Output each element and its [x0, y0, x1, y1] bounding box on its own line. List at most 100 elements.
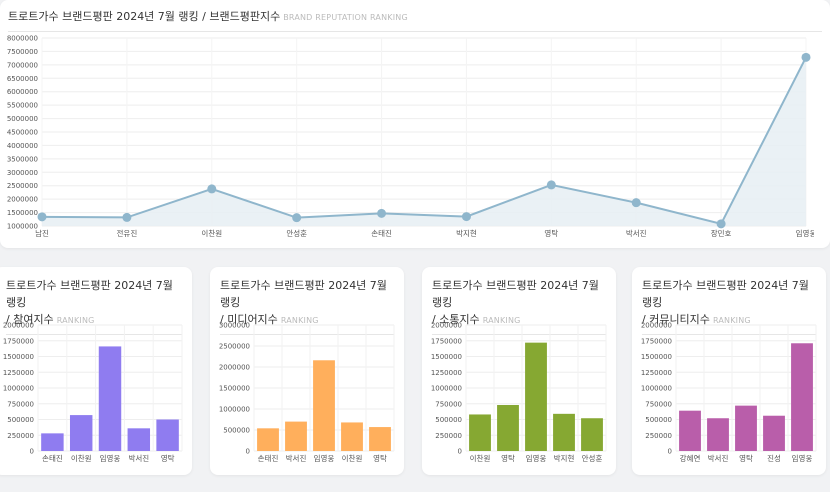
participation-title-line1: 트로트가수 브랜드평판 2024년 7월 랭킹 [6, 279, 173, 309]
bar [69, 415, 93, 451]
y-tick-label: 5500000 [7, 102, 38, 110]
bar [679, 410, 701, 451]
y-tick-label: 0 [246, 448, 250, 456]
x-tick-label: 강혜연 [680, 453, 701, 463]
y-tick-label: 1500000 [641, 353, 672, 361]
community-card: 트로트가수 브랜드평판 2024년 7월 랭킹 / 커뮤니티지수 RANKING … [632, 267, 826, 475]
y-tick-label: 2500000 [219, 343, 250, 351]
bar [257, 428, 279, 451]
main-chart-title: 트로트가수 브랜드평판 2024년 7월 랭킹 / 브랜드평판지수 BRAND R… [8, 8, 822, 32]
x-tick-label: 영탁 [161, 453, 175, 463]
y-tick-label: 2000000 [641, 322, 672, 330]
x-tick-label: 임영웅 [796, 228, 814, 238]
y-tick-label: 1250000 [3, 369, 34, 377]
bar [791, 343, 813, 451]
y-tick-label: 750000 [7, 400, 34, 408]
y-tick-label: 1000000 [431, 385, 462, 393]
x-tick-label: 안성훈 [582, 453, 603, 463]
x-tick-label: 영탁 [501, 453, 515, 463]
y-tick-label: 3000000 [219, 322, 250, 330]
x-tick-label: 영탁 [739, 453, 753, 463]
y-tick-label: 0 [668, 448, 672, 456]
communication-card: 트로트가수 브랜드평판 2024년 7월 랭킹 / 소통지수 RANKING 02… [422, 267, 616, 475]
data-point [546, 180, 556, 190]
bar [156, 419, 179, 451]
x-tick-label: 영탁 [373, 453, 387, 463]
media-card: 트로트가수 브랜드평판 2024년 7월 랭킹 / 미디어지수 RANKING 0… [210, 267, 404, 475]
y-tick-label: 2000000 [431, 322, 462, 330]
communication-title-line1: 트로트가수 브랜드평판 2024년 7월 랭킹 [432, 279, 599, 309]
x-tick-label: 임영웅 [314, 453, 335, 463]
x-tick-label: 손태진 [371, 228, 392, 238]
community-bar-chart: 0 250000 500000 750000 1000000 1250000 1500000… [641, 322, 817, 463]
y-tick-label: 250000 [645, 432, 672, 440]
y-tick-label: 2000000 [219, 364, 250, 372]
data-point [801, 52, 811, 62]
x-tick-label: 장민호 [711, 228, 732, 238]
bar [497, 405, 519, 451]
communication-bar-chart: 0 250000 500000 750000 1000000 1250000 1500000… [431, 322, 607, 463]
x-tick-label: 손태진 [42, 453, 63, 463]
x-tick-label: 이찬원 [71, 453, 92, 463]
y-tick-label: 250000 [435, 432, 462, 440]
y-tick-label: 1750000 [641, 337, 672, 345]
x-tick-label: 이찬원 [470, 453, 491, 463]
y-tick-label: 1750000 [3, 337, 34, 345]
bar [369, 427, 391, 451]
x-tick-label: 안성훈 [286, 228, 307, 238]
x-tick-label: 박지현 [554, 453, 575, 463]
x-tick-label: 임영웅 [792, 453, 813, 463]
participation-bar-chart: 0 250000 500000 750000 1000000 1250000 1500000… [3, 322, 183, 463]
bar [41, 433, 64, 451]
y-tick-label: 1250000 [641, 369, 672, 377]
data-point [631, 198, 641, 208]
data-point [292, 213, 302, 223]
y-tick-label: 3500000 [7, 155, 38, 163]
bar [469, 414, 491, 451]
y-tick-label: 1000000 [219, 406, 250, 414]
x-tick-label: 임영웅 [526, 453, 547, 463]
y-tick-label: 7500000 [7, 48, 38, 56]
y-tick-label: 1500000 [431, 353, 462, 361]
x-tick-label: 전유진 [117, 228, 138, 238]
bar [581, 418, 603, 451]
participation-card: 트로트가수 브랜드평판 2024년 7월 랭킹 / 참여지수 RANKING 02… [0, 267, 192, 475]
bar [525, 342, 547, 451]
y-tick-label: 2000000 [7, 196, 38, 204]
y-tick-label: 1500000 [7, 209, 38, 217]
x-tick-label: 박서진 [286, 453, 307, 463]
y-tick-label: 500000 [435, 416, 462, 424]
y-tick-label: 1000000 [641, 385, 672, 393]
y-tick-label: 0 [30, 448, 34, 456]
x-tick-label: 남진 [35, 228, 49, 238]
y-tick-label: 5000000 [7, 115, 38, 123]
y-tick-label: 1000000 [7, 223, 38, 231]
y-tick-label: 1000000 [3, 385, 34, 393]
data-point [377, 208, 387, 218]
y-tick-label: 1750000 [431, 337, 462, 345]
y-tick-label: 7000000 [7, 61, 38, 69]
bar [553, 413, 575, 451]
y-tick-label: 1500000 [3, 353, 34, 361]
main-chart-subtitle: BRAND REPUTATION RANKING [283, 13, 408, 22]
y-tick-label: 750000 [435, 400, 462, 408]
x-tick-label: 박지현 [456, 228, 477, 238]
x-tick-label: 박서진 [708, 453, 729, 463]
data-point [122, 212, 132, 222]
y-tick-label: 6500000 [7, 75, 38, 83]
main-line-chart: 1000000 1500000 2000000 2500000 3000000 35000… [7, 35, 814, 239]
bar [98, 346, 122, 451]
data-point [37, 212, 47, 222]
y-tick-label: 1250000 [431, 369, 462, 377]
area-fill [42, 57, 806, 226]
x-tick-label: 손태진 [258, 453, 279, 463]
y-tick-label: 1500000 [219, 385, 250, 393]
data-point [207, 184, 217, 194]
y-tick-label: 0 [458, 448, 462, 456]
y-tick-label: 6000000 [7, 88, 38, 96]
main-chart-title-text: 트로트가수 브랜드평판 2024년 7월 랭킹 / 브랜드평판지수 [8, 10, 281, 23]
y-tick-label: 500000 [645, 416, 672, 424]
bar [313, 360, 335, 451]
main-chart-card: 트로트가수 브랜드평판 2024년 7월 랭킹 / 브랜드평판지수 BRAND R… [0, 0, 830, 248]
x-tick-label: 이찬원 [201, 228, 222, 238]
